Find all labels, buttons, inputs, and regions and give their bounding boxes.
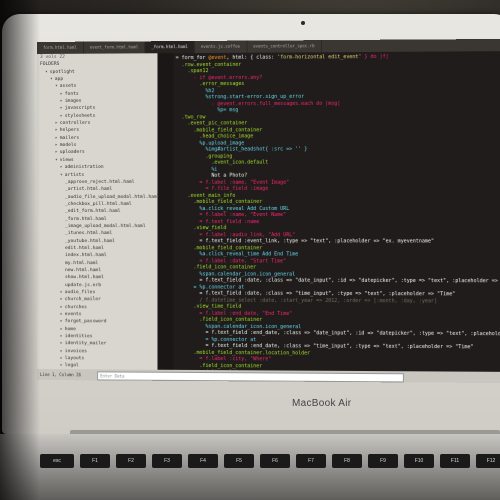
- vignette: [0, 0, 500, 500]
- photo-scene: form.html.haml event_form.html.haml _form.…: [0, 0, 500, 500]
